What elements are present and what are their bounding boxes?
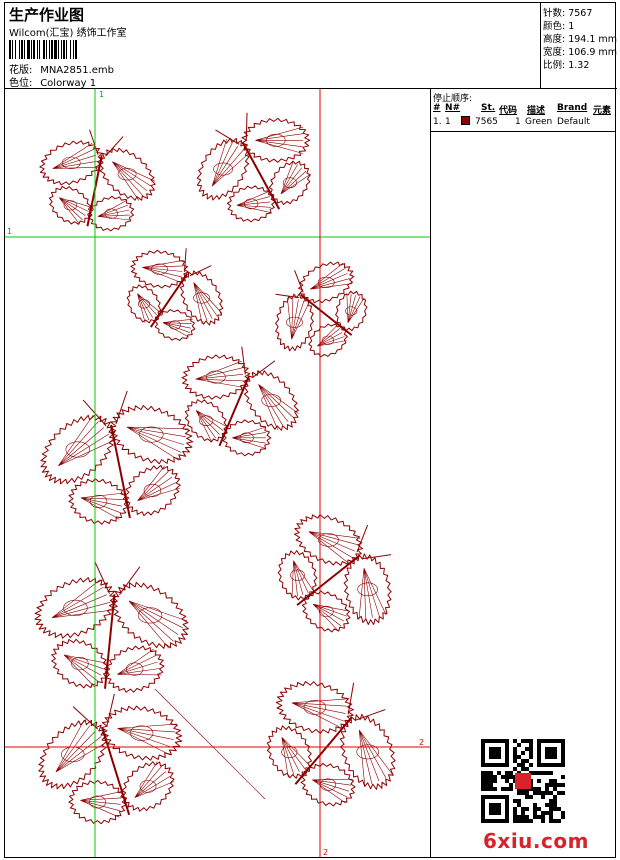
stitch-count: 针数: 7567 xyxy=(543,8,593,19)
butterfly-veins xyxy=(51,579,114,619)
col-stops: St. xyxy=(481,103,496,113)
butterfly-veins xyxy=(137,465,180,501)
design-height: 高度: 194.1 mm xyxy=(543,34,617,45)
butterfly-veins xyxy=(195,360,245,388)
row-stops: 1 xyxy=(515,117,521,127)
color-count: 颜色: 1 xyxy=(543,21,575,32)
qr-code-icon xyxy=(481,739,565,823)
colorway-label: 色位: xyxy=(9,78,33,89)
butterfly-veins xyxy=(80,791,122,818)
butterfly-veins xyxy=(80,492,125,520)
row-index: 1. xyxy=(433,117,442,127)
guide-label-v1: 1 xyxy=(99,90,104,99)
butterfly-veins xyxy=(280,160,311,195)
design-stats: 针数: 7567 颜色: 1 高度: 194.1 mm 宽度: 106.9 mm… xyxy=(541,3,617,89)
guide-label-h2: 2 xyxy=(419,738,424,747)
row-description: Green xyxy=(525,117,553,127)
butterfly-veins xyxy=(358,568,387,620)
butterfly-antenna xyxy=(183,248,212,277)
butterfly-veins xyxy=(142,260,184,283)
row-needle: 1 xyxy=(445,117,451,127)
butterfly-antenna xyxy=(356,524,392,560)
butterfly-veins xyxy=(255,126,304,154)
butterfly-antenna xyxy=(94,561,141,596)
butterfly-body xyxy=(294,716,353,785)
col-index: # xyxy=(433,103,441,113)
butterfly-veins xyxy=(232,426,266,449)
design-scale: 比例: 1.32 xyxy=(543,60,590,71)
sheet-title: 生产作业图 xyxy=(9,6,85,24)
butterfly-veins xyxy=(55,719,108,773)
row-code: 7565 xyxy=(475,117,498,127)
butterfly-body xyxy=(300,294,353,336)
butterfly-veins xyxy=(211,139,250,187)
butterfly-veins xyxy=(117,648,162,676)
barcode-icon xyxy=(9,40,145,59)
company-name: Wilcom(汇宝) 绣饰工作室 xyxy=(9,28,127,39)
butterfly-body xyxy=(149,273,189,328)
col-brand: Brand xyxy=(557,103,588,113)
sheet-header: 生产作业图 Wilcom(汇宝) 绣饰工作室 花版: MNA2851.emb 色… xyxy=(5,3,541,89)
butterfly-veins xyxy=(236,190,272,213)
butterfly-veins xyxy=(162,318,193,338)
watermark-site: 6xiu.com xyxy=(483,829,589,853)
row-brand: Default xyxy=(557,117,590,127)
col-element: 元素 xyxy=(593,106,612,116)
butterfly-veins xyxy=(128,600,188,649)
colorway-row: 色位: Colorway 1 xyxy=(9,74,96,89)
butterfly-veins xyxy=(287,297,310,340)
embroidery-design: 1 1 2 2 xyxy=(5,89,430,857)
butterfly-antenna xyxy=(215,112,248,145)
butterfly-body xyxy=(101,727,131,816)
colorway-name: Colorway 1 xyxy=(40,78,97,89)
butterfly-body xyxy=(110,424,131,519)
col-code: 代码 xyxy=(499,106,518,116)
col-needle: N# xyxy=(445,103,461,113)
butterfly-body xyxy=(218,375,250,447)
design-preview: 1 1 2 2 xyxy=(5,89,431,857)
stop-sequence-panel: 停止顺序: # N# St. 代码 描述 Brand 元素 1. 1 7565 … xyxy=(431,89,615,132)
guide-label-h1: 1 xyxy=(7,227,12,236)
production-sheet: 生产作业图 Wilcom(汇宝) 绣饰工作室 花版: MNA2851.emb 色… xyxy=(4,2,617,858)
butterfly-veins xyxy=(52,142,100,169)
butterfly-antenna xyxy=(275,270,304,299)
butterfly-antenna xyxy=(347,682,386,721)
thread-color-swatch xyxy=(461,116,470,125)
design-width: 宽度: 106.9 mm xyxy=(543,47,617,58)
guide-label-v2: 2 xyxy=(323,848,328,857)
col-description: 描述 xyxy=(527,106,546,116)
butterfly-veins xyxy=(258,384,299,431)
